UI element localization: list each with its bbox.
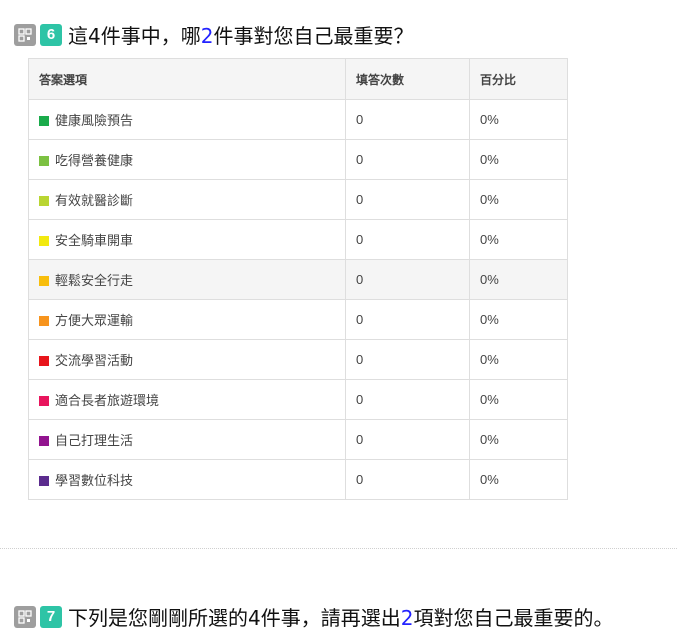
question-type-icon — [14, 605, 36, 628]
question-7-header: 7 下列是您剛剛所選的4件事，請再選出2項對您自己最重要的。 — [14, 602, 613, 631]
answer-option-cell: 輕鬆安全行走 — [28, 259, 346, 300]
percentage-cell: 0% — [469, 99, 568, 140]
question-6-header: 6 這4件事中，哪2件事對您自己最重要？ — [14, 20, 413, 49]
color-swatch-icon — [39, 396, 49, 406]
percentage-cell: 0% — [469, 179, 568, 220]
response-count-cell: 0 — [345, 379, 470, 420]
percentage-cell: 0% — [469, 299, 568, 340]
percentage-cell: 0% — [469, 419, 568, 460]
percentage-cell: 0% — [469, 459, 568, 500]
table-row: 自己打理生活 0 0% — [28, 419, 568, 460]
table-row: 安全騎車開車 0 0% — [28, 219, 568, 260]
table-row: 交流學習活動 0 0% — [28, 339, 568, 380]
percentage-cell: 0% — [469, 339, 568, 380]
color-swatch-icon — [39, 476, 49, 486]
header-response-count: 填答次數 — [345, 58, 470, 100]
answer-option-label: 方便大眾運輸 — [55, 314, 134, 329]
response-count-cell: 0 — [345, 99, 470, 140]
answer-option-cell: 安全騎車開車 — [28, 219, 346, 260]
answer-option-cell: 適合長者旅遊環境 — [28, 379, 346, 420]
answer-option-cell: 健康風險預告 — [28, 99, 346, 140]
answer-option-cell: 吃得營養健康 — [28, 139, 346, 180]
answer-option-cell: 交流學習活動 — [28, 339, 346, 380]
answer-option-cell: 有效就醫診斷 — [28, 179, 346, 220]
response-count-cell: 0 — [345, 219, 470, 260]
section-divider — [0, 548, 677, 549]
response-count-cell: 0 — [345, 459, 470, 500]
color-swatch-icon — [39, 316, 49, 326]
answer-option-cell: 自己打理生活 — [28, 419, 346, 460]
answer-option-label: 安全騎車開車 — [55, 234, 134, 249]
table-row: 學習數位科技 0 0% — [28, 459, 568, 500]
response-count-cell: 0 — [345, 259, 470, 300]
color-swatch-icon — [39, 116, 49, 126]
response-count-cell: 0 — [345, 419, 470, 460]
answer-option-cell: 方便大眾運輸 — [28, 299, 346, 340]
color-swatch-icon — [39, 236, 49, 246]
table-row: 方便大眾運輸 0 0% — [28, 299, 568, 340]
table-row: 有效就醫診斷 0 0% — [28, 179, 568, 220]
response-count-cell: 0 — [345, 139, 470, 180]
header-percentage: 百分比 — [469, 58, 568, 100]
answer-option-label: 健康風險預告 — [55, 114, 134, 129]
color-swatch-icon — [39, 156, 49, 166]
table-row: 適合長者旅遊環境 0 0% — [28, 379, 568, 420]
question-type-icon — [14, 23, 36, 46]
table-row: 輕鬆安全行走 0 0% — [28, 259, 568, 300]
question-title: 下列是您剛剛所選的4件事，請再選出2項對您自己最重要的。 — [68, 606, 614, 630]
answer-option-label: 交流學習活動 — [55, 354, 134, 369]
table-row: 健康風險預告 0 0% — [28, 99, 568, 140]
response-count-cell: 0 — [345, 339, 470, 380]
answer-option-label: 輕鬆安全行走 — [55, 274, 134, 289]
answer-option-label: 自己打理生活 — [55, 434, 134, 449]
table-row: 吃得營養健康 0 0% — [28, 139, 568, 180]
color-swatch-icon — [39, 436, 49, 446]
question-title: 這4件事中，哪2件事對您自己最重要？ — [68, 24, 414, 48]
header-answer-option: 答案選項 — [28, 58, 346, 100]
percentage-cell: 0% — [469, 139, 568, 180]
response-count-cell: 0 — [345, 179, 470, 220]
answer-option-label: 適合長者旅遊環境 — [55, 394, 160, 409]
answer-option-cell: 學習數位科技 — [28, 459, 346, 500]
answer-option-label: 吃得營養健康 — [55, 154, 134, 169]
answer-option-label: 學習數位科技 — [55, 474, 134, 489]
table-header-row: 答案選項 填答次數 百分比 — [28, 58, 568, 100]
response-count-cell: 0 — [345, 299, 470, 340]
question-number-badge: 7 — [40, 605, 62, 628]
response-table: 答案選項 填答次數 百分比 健康風險預告 0 0% 吃得營養健康 0 0% 有效就醫診斷 0 0… — [28, 58, 568, 500]
question-number-badge: 6 — [40, 23, 62, 46]
color-swatch-icon — [39, 276, 49, 286]
percentage-cell: 0% — [469, 379, 568, 420]
color-swatch-icon — [39, 196, 49, 206]
color-swatch-icon — [39, 356, 49, 366]
percentage-cell: 0% — [469, 259, 568, 300]
answer-option-label: 有效就醫診斷 — [55, 194, 134, 209]
percentage-cell: 0% — [469, 219, 568, 260]
